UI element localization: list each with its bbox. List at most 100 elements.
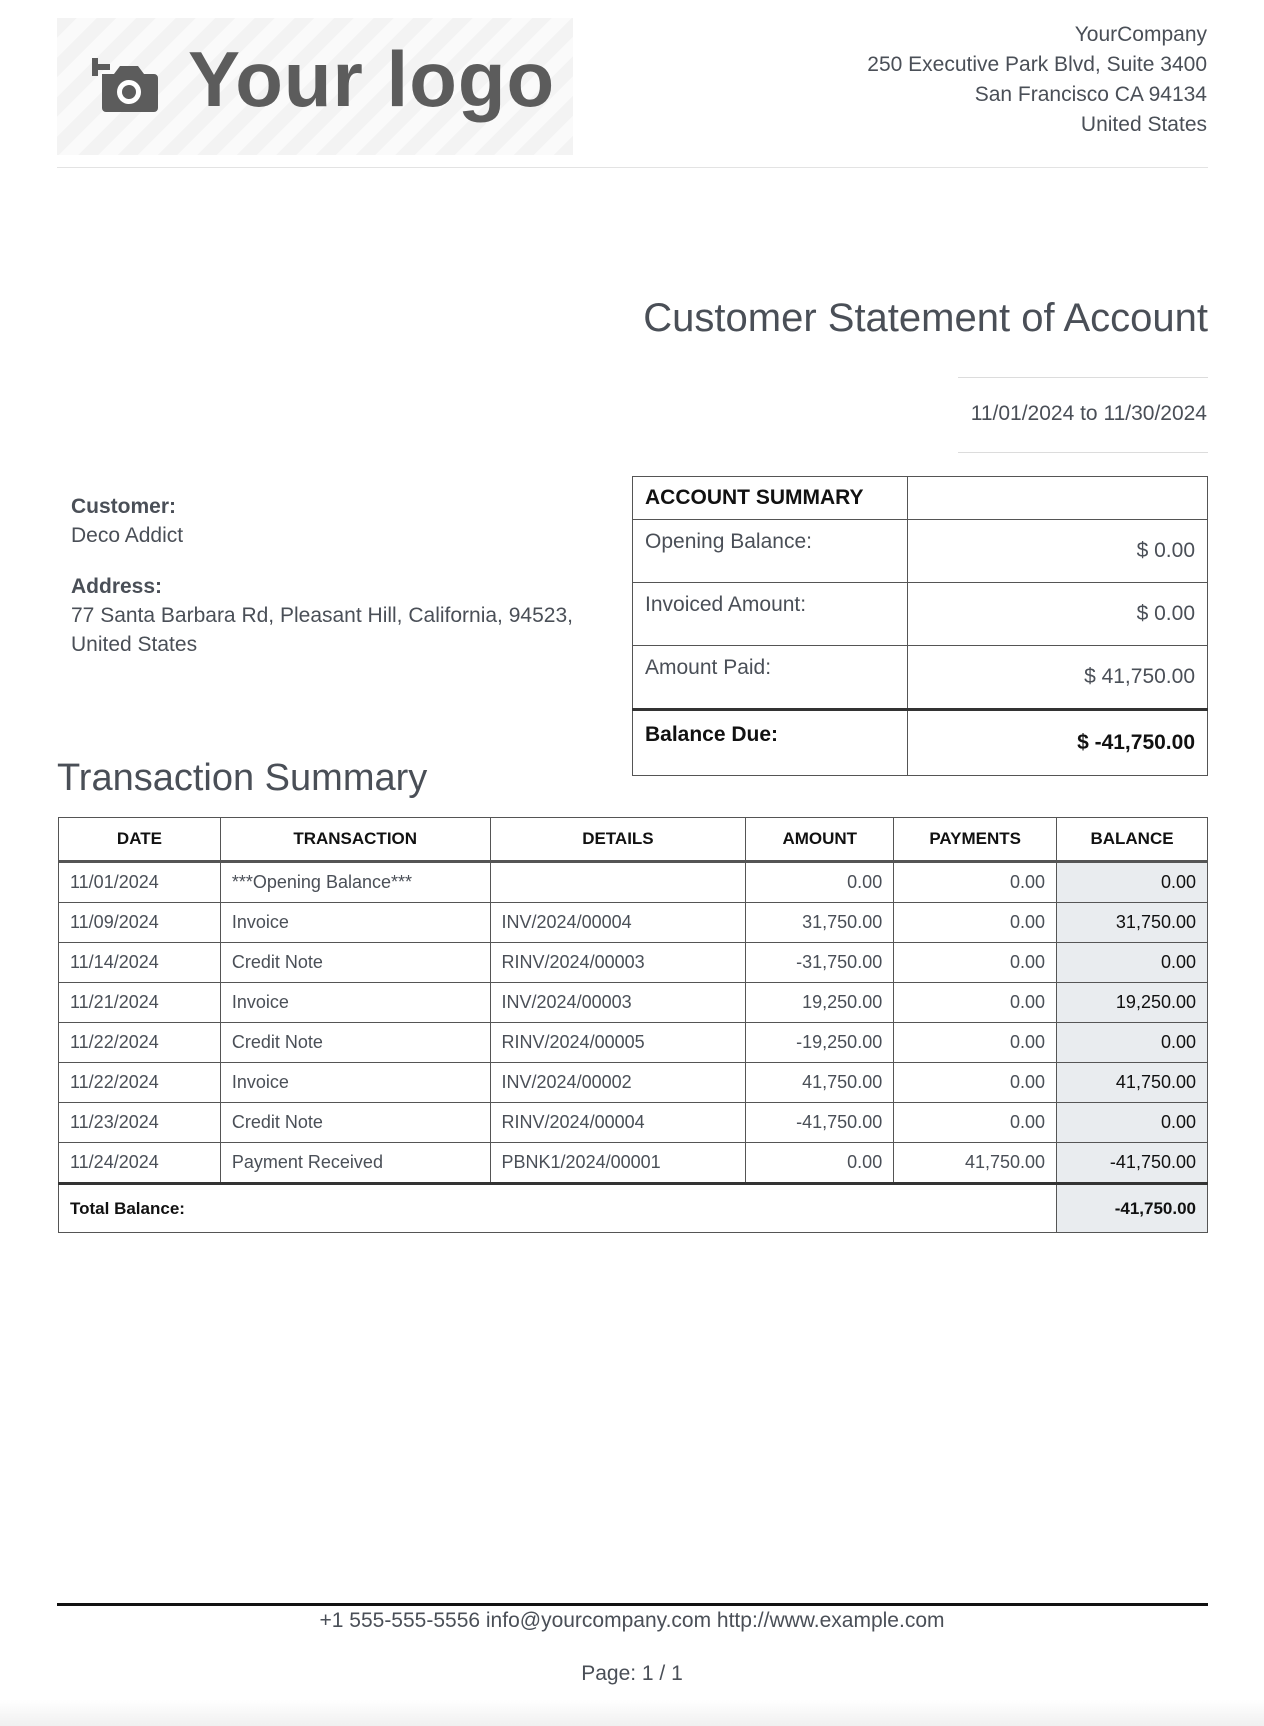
table-row: 11/22/2024 Invoice INV/2024/00002 41,750.00… <box>58 1062 1208 1103</box>
cell-date: 11/22/2024 <box>58 1062 221 1103</box>
company-country: United States <box>1080 113 1207 136</box>
account-summary-table: ACCOUNT SUMMARY Opening Balance: $ 0.00 … <box>632 476 1208 776</box>
table-row: 11/21/2024 Invoice INV/2024/00003 19,250.00… <box>58 982 1208 1023</box>
cell-details: RINV/2024/00003 <box>489 942 747 983</box>
cell-amount: 41,750.00 <box>745 1062 895 1103</box>
footer-divider <box>57 1603 1208 1606</box>
cell-amount: -31,750.00 <box>745 942 895 983</box>
cell-details <box>489 861 747 903</box>
cell-date: 11/14/2024 <box>58 942 221 983</box>
cell-payments: 0.00 <box>893 942 1058 983</box>
balance-due-value: $ -41,750.00 <box>907 708 1208 776</box>
account-summary-header-blank <box>907 476 1208 520</box>
cell-amount: 0.00 <box>745 861 895 903</box>
cell-transaction: Invoice <box>219 902 491 943</box>
cell-details: PBNK1/2024/00001 <box>489 1142 747 1184</box>
company-address-line2: San Francisco CA 94134 <box>974 83 1207 106</box>
total-blank <box>893 1182 1057 1233</box>
invoiced-amount-label: Invoiced Amount: <box>632 582 908 646</box>
header-divider <box>57 167 1208 168</box>
customer-info: Customer: Deco Addict Address: 77 Santa … <box>71 492 631 659</box>
statement-period: 11/01/2024 to 11/30/2024 <box>970 402 1207 425</box>
page-bottom-shade <box>0 1700 1264 1726</box>
cell-balance: 0.00 <box>1056 1102 1208 1143</box>
cell-date: 11/09/2024 <box>58 902 221 943</box>
table-row: 11/22/2024 Credit Note RINV/2024/00005 -19,… <box>58 1022 1208 1063</box>
period-divider-top <box>958 377 1208 378</box>
column-header-payments: PAYMENTS <box>893 817 1058 863</box>
transaction-table-header: DATE TRANSACTION DETAILS AMOUNT PAYMENTS… <box>58 817 1208 863</box>
cell-transaction: Invoice <box>219 1062 491 1103</box>
cell-amount: 19,250.00 <box>745 982 895 1023</box>
account-summary-header: ACCOUNT SUMMARY <box>632 476 908 520</box>
company-address: YourCompany 250 Executive Park Blvd, Sui… <box>867 20 1207 140</box>
cell-balance: 31,750.00 <box>1056 902 1208 943</box>
cell-payments: 0.00 <box>893 902 1058 943</box>
cell-details: INV/2024/00004 <box>489 902 747 943</box>
column-header-amount: AMOUNT <box>745 817 895 863</box>
cell-balance: 41,750.00 <box>1056 1062 1208 1103</box>
total-balance-label: Total Balance: <box>58 1182 221 1233</box>
opening-balance-value: $ 0.00 <box>907 519 1208 583</box>
cell-balance: 0.00 <box>1056 942 1208 983</box>
cell-payments: 0.00 <box>893 1022 1058 1063</box>
balance-due-label: Balance Due: <box>632 708 908 776</box>
cell-transaction: ***Opening Balance*** <box>219 861 491 903</box>
invoiced-amount-value: $ 0.00 <box>907 582 1208 646</box>
company-address-line1: 250 Executive Park Blvd, Suite 3400 <box>867 53 1207 76</box>
transaction-summary-title: Transaction Summary <box>57 757 428 799</box>
opening-balance-label: Opening Balance: <box>632 519 908 583</box>
cell-payments: 41,750.00 <box>893 1142 1058 1184</box>
table-row: 11/01/2024 ***Opening Balance*** 0.00 0.00 0… <box>58 861 1208 903</box>
amount-paid-value: $ 41,750.00 <box>907 645 1208 710</box>
total-blank <box>220 1182 491 1233</box>
period-divider-bottom <box>958 452 1208 453</box>
camera-plus-icon <box>92 58 158 112</box>
cell-payments: 0.00 <box>893 1062 1058 1103</box>
cell-details: RINV/2024/00004 <box>489 1102 747 1143</box>
cell-date: 11/23/2024 <box>58 1102 221 1143</box>
cell-details: INV/2024/00003 <box>489 982 747 1023</box>
total-balance-row: Total Balance: -41,750.00 <box>58 1182 1208 1233</box>
cell-date: 11/22/2024 <box>58 1022 221 1063</box>
cell-transaction: Credit Note <box>219 1022 491 1063</box>
column-header-date: DATE <box>58 817 221 863</box>
cell-payments: 0.00 <box>893 1102 1058 1143</box>
cell-amount: 31,750.00 <box>745 902 895 943</box>
cell-details: INV/2024/00002 <box>489 1062 747 1103</box>
cell-balance: 0.00 <box>1056 861 1208 903</box>
cell-amount: -19,250.00 <box>745 1022 895 1063</box>
document-title: Customer Statement of Account <box>643 296 1208 340</box>
table-row: 11/24/2024 Payment Received PBNK1/2024/000… <box>58 1142 1208 1184</box>
total-blank <box>745 1182 894 1233</box>
footer-contact: +1 555-555-5556 info@yourcompany.com htt… <box>319 1609 945 1632</box>
customer-address: 77 Santa Barbara Rd, Pleasant Hill, Cali… <box>71 604 573 656</box>
logo-text: Your logo <box>188 35 556 123</box>
cell-amount: -41,750.00 <box>745 1102 895 1143</box>
table-row: 11/23/2024 Credit Note RINV/2024/00004 -41,… <box>58 1102 1208 1143</box>
cell-details: RINV/2024/00005 <box>489 1022 747 1063</box>
cell-balance: 19,250.00 <box>1056 982 1208 1023</box>
cell-amount: 0.00 <box>745 1142 895 1184</box>
cell-date: 11/21/2024 <box>58 982 221 1023</box>
transaction-table: DATE TRANSACTION DETAILS AMOUNT PAYMENTS… <box>58 817 1208 1233</box>
cell-transaction: Payment Received <box>219 1142 491 1184</box>
cell-transaction: Credit Note <box>219 942 491 983</box>
total-balance-value: -41,750.00 <box>1056 1182 1208 1233</box>
cell-date: 11/24/2024 <box>58 1142 221 1184</box>
cell-payments: 0.00 <box>893 861 1058 903</box>
cell-payments: 0.00 <box>893 982 1058 1023</box>
cell-balance: -41,750.00 <box>1056 1142 1208 1184</box>
address-label: Address: <box>71 575 163 598</box>
customer-name: Deco Addict <box>71 524 184 547</box>
column-header-balance: BALANCE <box>1056 817 1208 863</box>
amount-paid-label: Amount Paid: <box>632 645 908 710</box>
table-row: 11/09/2024 Invoice INV/2024/00004 31,750.00… <box>58 902 1208 943</box>
customer-label: Customer: <box>71 495 177 518</box>
column-header-details: DETAILS <box>489 817 747 863</box>
cell-transaction: Credit Note <box>219 1102 491 1143</box>
cell-balance: 0.00 <box>1056 1022 1208 1063</box>
cell-transaction: Invoice <box>219 982 491 1023</box>
page-number: Page: 1 / 1 <box>581 1662 683 1685</box>
cell-date: 11/01/2024 <box>58 861 221 903</box>
